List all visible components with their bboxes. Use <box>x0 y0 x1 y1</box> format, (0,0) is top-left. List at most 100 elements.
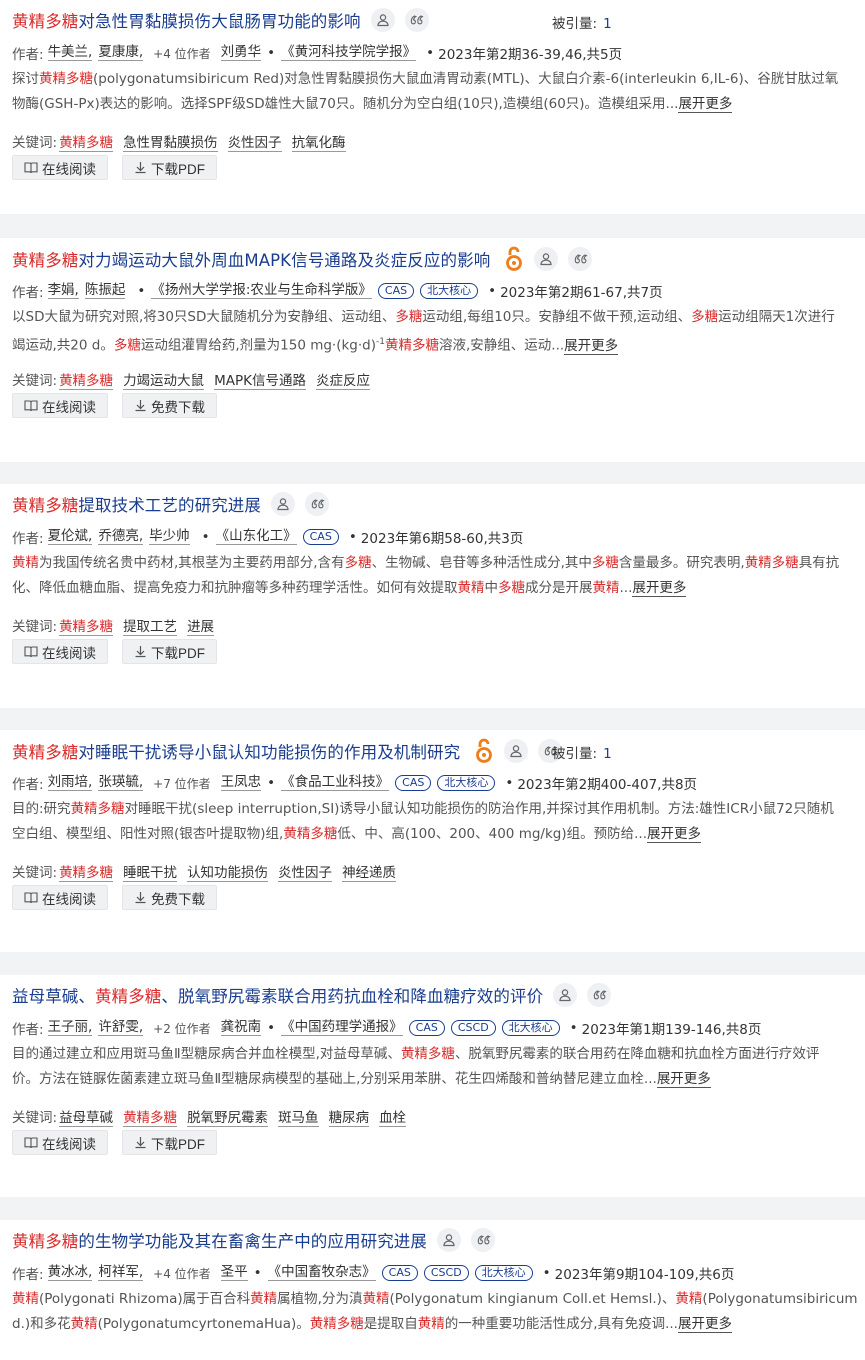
author-link[interactable]: 王凤忠 <box>220 775 262 791</box>
author-link[interactable]: 夏康康, <box>98 45 144 61</box>
expand-more-link[interactable]: 展开更多 <box>564 337 619 355</box>
expand-more-link[interactable]: 展开更多 <box>677 1316 732 1333</box>
more-authors[interactable]: +2 位作者 <box>153 1020 211 1037</box>
keyword-link[interactable]: 急性胃黏膜损伤 <box>123 135 218 152</box>
abstract-text: 价。方法在链脲佐菌素建立斑马鱼Ⅱ型糖尿病模型的基础上,分别采用苯肼、花生四烯酸和… <box>12 1071 657 1087</box>
journal-link[interactable]: 《中国药理学通报》 <box>281 1020 403 1036</box>
author-info-icon[interactable] <box>504 739 529 763</box>
keyword-link[interactable]: 糖尿病 <box>328 1110 370 1127</box>
result-title-link[interactable]: 益母草碱、黄精多糖、脱氧野尻霉素联合用药抗血栓和降血糖疗效的评价 <box>12 983 543 1007</box>
read-online-label: 在线阅读 <box>42 1136 96 1152</box>
abstract-text: (Polygonati Rhizoma)属于百合科 <box>39 1291 251 1307</box>
download-button[interactable]: 下载PDF <box>122 1130 217 1155</box>
read-online-button[interactable]: 在线阅读 <box>12 639 108 664</box>
expand-more-link[interactable]: 展开更多 <box>632 580 687 597</box>
download-button[interactable]: 下载PDF <box>122 639 217 664</box>
author-link[interactable]: 夏伦斌, <box>47 529 93 545</box>
result-title-link[interactable]: 黄精多糖对急性胃黏膜损伤大鼠肠胃功能的影响 <box>12 8 361 32</box>
keyword-link[interactable]: 黄精多糖 <box>59 373 114 390</box>
cite-quote-icon[interactable] <box>305 492 330 516</box>
author-info-icon[interactable] <box>271 492 296 516</box>
result-title-link[interactable]: 黄精多糖对睡眠干扰诱导小鼠认知功能损伤的作用及机制研究 <box>12 739 460 763</box>
highlighted-keyword: 黄精 <box>12 555 39 571</box>
highlighted-keyword: 黄精 <box>250 1291 278 1307</box>
result-title-link[interactable]: 黄精多糖对力竭运动大鼠外周血MAPK信号通路及炎症反应的影响 <box>12 247 490 271</box>
cite-quote-icon[interactable] <box>587 983 612 1007</box>
read-online-button[interactable]: 在线阅读 <box>12 885 108 910</box>
expand-more-link[interactable]: 展开更多 <box>678 96 733 113</box>
author-link[interactable]: 黄冰冰, <box>47 1265 93 1281</box>
journal-link[interactable]: 《食品工业科技》 <box>281 775 390 791</box>
keyword-link[interactable]: 神经递质 <box>342 865 397 882</box>
abstract-text: 目的通过建立和应用斑马鱼Ⅱ型糖尿病合并血栓模型,对益母草碱、 <box>12 1046 401 1062</box>
author-link[interactable]: 李娟, <box>47 283 79 299</box>
download-label: 下载PDF <box>151 161 205 177</box>
result-title-link[interactable]: 黄精多糖提取技术工艺的研究进展 <box>12 492 261 516</box>
cite-quote-icon[interactable] <box>568 247 593 271</box>
author-link[interactable]: 柯祥军, <box>98 1265 144 1281</box>
keyword-link[interactable]: 炎性因子 <box>278 865 333 882</box>
author-info-icon[interactable] <box>553 983 578 1007</box>
download-button[interactable]: 下载PDF <box>122 155 217 180</box>
journal-link[interactable]: 《山东化工》 <box>215 529 297 545</box>
download-button[interactable]: 免费下载 <box>122 885 217 910</box>
journal-link[interactable]: 《中国畜牧杂志》 <box>267 1265 376 1281</box>
keyword-link[interactable]: 黄精多糖 <box>59 865 114 882</box>
expand-more-link[interactable]: 展开更多 <box>646 826 701 843</box>
highlighted-keyword: 多糖 <box>498 580 525 596</box>
keyword-link[interactable]: 益母草碱 <box>59 1110 114 1127</box>
journal-link[interactable]: 《扬州大学学报:农业与生命科学版》 <box>151 283 372 299</box>
keyword-link[interactable]: 力竭运动大鼠 <box>123 373 205 390</box>
keyword-link[interactable]: 斑马鱼 <box>278 1110 319 1127</box>
author-link[interactable]: 刘勇华 <box>220 45 262 61</box>
author-label: 作者: <box>12 1267 44 1283</box>
cite-quote-icon[interactable] <box>471 1228 496 1252</box>
more-authors[interactable]: +7 位作者 <box>153 775 211 792</box>
read-online-button[interactable]: 在线阅读 <box>12 393 108 418</box>
keyword-link[interactable]: 黄精多糖 <box>59 619 114 636</box>
author-link[interactable]: 刘雨培, <box>47 775 93 791</box>
author-link[interactable]: 毕少帅 <box>149 529 190 545</box>
keyword-link[interactable]: 提取工艺 <box>123 619 178 636</box>
cite-quote-icon[interactable] <box>404 8 429 32</box>
abstract: 黄精为我国传统名贵中药材,其根茎为主要药用部分,含有多糖、生物碱、皂苷等多种活性… <box>12 551 865 601</box>
keyword-link[interactable]: 认知功能损伤 <box>187 865 269 882</box>
keyword-link[interactable]: MAPK信号通路 <box>214 373 306 390</box>
more-authors[interactable]: +4 位作者 <box>153 45 211 62</box>
author-link[interactable]: 许舒雯, <box>98 1020 144 1036</box>
download-button[interactable]: 免费下载 <box>122 393 217 418</box>
abstract-text: (PolygonatumcyrtonemaHua)。 <box>97 1316 310 1332</box>
keyword-link[interactable]: 抗氧化酶 <box>291 135 346 152</box>
result-card: 益母草碱、黄精多糖、脱氧野尻霉素联合用药抗血栓和降血糖疗效的评价 作者: 王子丽, 许… <box>0 975 865 1197</box>
author-link[interactable]: 牛美兰, <box>47 45 93 61</box>
meta-row: 作者: 牛美兰, 夏康康, +4 位作者 刘勇华 • 《黄河科技学院学报》 • 2023年第2期… <box>12 43 622 64</box>
author-link[interactable]: 乔德亮, <box>98 529 144 545</box>
result-title-link[interactable]: 黄精多糖的生物学功能及其在畜禽生产中的应用研究进展 <box>12 1228 427 1252</box>
author-link[interactable]: 王子丽, <box>47 1020 93 1036</box>
keyword-link[interactable]: 黄精多糖 <box>123 1110 178 1127</box>
cite-number[interactable]: 1 <box>603 16 612 32</box>
more-authors[interactable]: +4 位作者 <box>153 1265 211 1282</box>
author-link[interactable]: 陈振起 <box>84 283 126 299</box>
keyword-link[interactable]: 进展 <box>187 619 215 636</box>
author-info-icon[interactable] <box>370 8 395 32</box>
journal-link[interactable]: 《黄河科技学院学报》 <box>281 45 417 61</box>
author-link[interactable]: 张瑛毓, <box>98 775 144 791</box>
author-link[interactable]: 龚祝南 <box>220 1020 262 1036</box>
keyword-link[interactable]: 黄精多糖 <box>59 135 114 152</box>
abstract-text: 中 <box>484 580 499 596</box>
keyword-link[interactable]: 炎症反应 <box>315 373 370 390</box>
read-online-button[interactable]: 在线阅读 <box>12 1130 108 1155</box>
cite-number[interactable]: 1 <box>603 746 612 762</box>
keyword-link[interactable]: 脱氧野尻霉素 <box>187 1110 269 1127</box>
author-link[interactable]: 圣平 <box>220 1265 248 1281</box>
keyword-link[interactable]: 炎性因子 <box>227 135 282 152</box>
keyword-link[interactable]: 睡眠干扰 <box>123 865 178 882</box>
read-online-button[interactable]: 在线阅读 <box>12 155 108 180</box>
author-info-icon[interactable] <box>437 1228 462 1252</box>
title-row: 黄精多糖的生物学功能及其在畜禽生产中的应用研究进展 <box>12 1228 496 1252</box>
keyword-link[interactable]: 血栓 <box>379 1110 407 1127</box>
expand-more-link[interactable]: 展开更多 <box>656 1071 711 1088</box>
author-info-icon[interactable] <box>534 247 559 271</box>
highlighted-keyword: 多糖 <box>344 555 372 571</box>
